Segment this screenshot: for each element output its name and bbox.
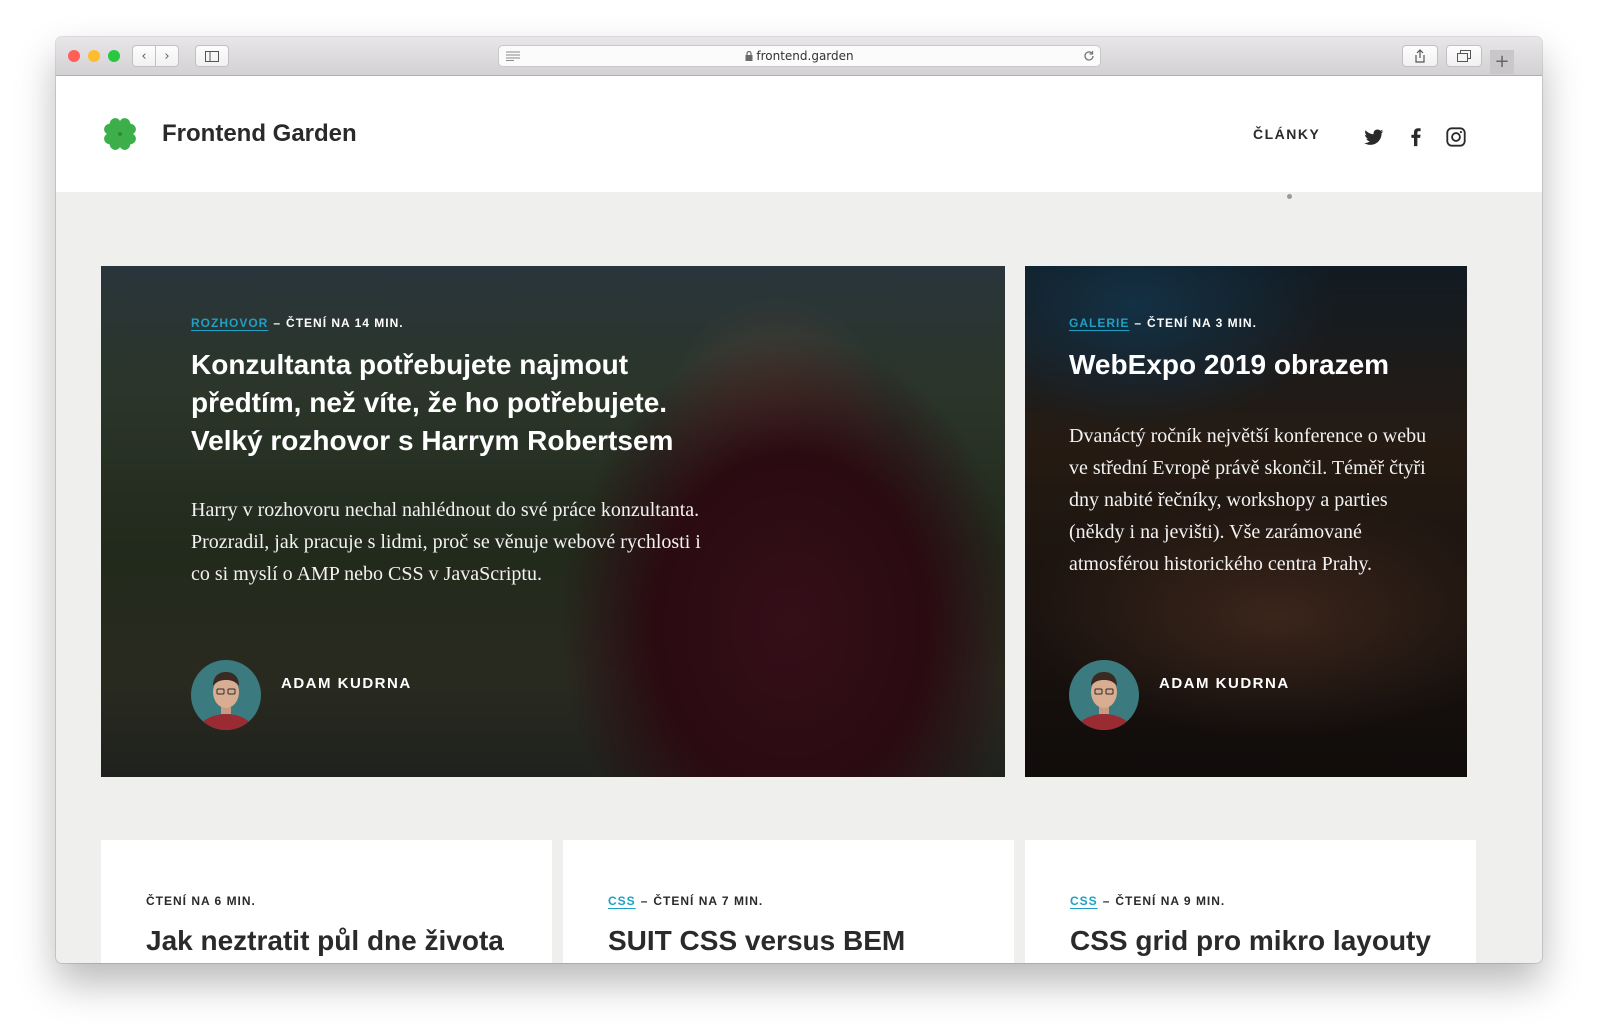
article-card[interactable]: CSS – ČTENÍ NA 9 MIN. CSS grid pro mikro l… — [1025, 840, 1476, 963]
share-icon — [1415, 49, 1425, 63]
article-title[interactable]: WebExpo 2019 obrazem — [1069, 346, 1439, 384]
category-link[interactable]: GALERIE — [1069, 316, 1129, 330]
reload-icon[interactable] — [1083, 50, 1095, 62]
author-avatar[interactable] — [1069, 660, 1139, 730]
avatar-image — [191, 660, 261, 730]
share-button[interactable] — [1402, 45, 1438, 67]
reading-time: ČTENÍ NA 14 MIN. — [286, 316, 404, 330]
article-excerpt: Harry v rozhovoru nechal nahlédnout do s… — [191, 499, 701, 585]
article-meta: GALERIE – ČTENÍ NA 3 MIN. — [1069, 316, 1257, 330]
twitter-icon[interactable] — [1363, 126, 1385, 148]
article-meta: CSS – ČTENÍ NA 7 MIN. — [608, 894, 763, 908]
lock-icon — [745, 50, 753, 61]
site-brand[interactable]: Frontend Garden — [162, 120, 357, 148]
minimize-window-button[interactable] — [88, 50, 100, 62]
reading-time: ČTENÍ NA 9 MIN. — [1115, 894, 1226, 908]
meta-separator: – — [1134, 316, 1143, 330]
nav-item-clanky[interactable]: ČLÁNKY — [1253, 126, 1320, 142]
clover-logo-icon[interactable] — [98, 112, 142, 156]
article-excerpt: Dvanáctý ročník největší konference o we… — [1069, 425, 1427, 575]
article-title[interactable]: SUIT CSS versus BEM — [608, 922, 978, 960]
meta-separator: – — [1102, 894, 1111, 908]
featured-article-card[interactable]: ROZHOVOR – ČTENÍ NA 14 MIN. Konzultanta po… — [101, 266, 1005, 777]
new-tab-button[interactable]: + — [1490, 50, 1514, 74]
nav-active-indicator — [1287, 194, 1292, 199]
forward-button[interactable]: › — [155, 45, 179, 67]
reading-time: ČTENÍ NA 3 MIN. — [1147, 316, 1257, 330]
chevron-left-icon: ‹ — [141, 48, 147, 64]
tabs-icon — [1457, 50, 1471, 62]
author-avatar[interactable] — [191, 660, 261, 730]
reading-time: ČTENÍ NA 7 MIN. — [653, 894, 764, 908]
reading-time: ČTENÍ NA 6 MIN. — [146, 894, 256, 908]
article-card[interactable]: ČTENÍ NA 6 MIN. Jak neztratit půl dne ži… — [101, 840, 552, 963]
article-title[interactable]: Jak neztratit půl dne života kvůli střed… — [146, 922, 516, 963]
instagram-icon[interactable] — [1445, 126, 1467, 148]
avatar-image — [1069, 660, 1139, 730]
sidebar-toggle-button[interactable] — [195, 45, 229, 67]
article-meta: CSS – ČTENÍ NA 9 MIN. — [1070, 894, 1225, 908]
close-window-button[interactable] — [68, 50, 80, 62]
url-text: frontend.garden — [756, 49, 854, 63]
site-header: Frontend Garden ČLÁNKY — [56, 76, 1542, 199]
category-link[interactable]: CSS — [1070, 894, 1098, 908]
browser-window: ‹ › frontend.garden + Frontend Garden ČL… — [56, 37, 1542, 963]
zoom-window-button[interactable] — [108, 50, 120, 62]
address-bar[interactable]: frontend.garden — [498, 45, 1101, 67]
sidebar-icon — [205, 50, 219, 62]
category-link[interactable]: ROZHOVOR — [191, 316, 268, 330]
browser-toolbar: ‹ › frontend.garden + — [56, 37, 1542, 76]
article-meta: ČTENÍ NA 6 MIN. — [146, 894, 256, 908]
article-title[interactable]: CSS grid pro mikro layouty — [1070, 922, 1440, 960]
featured-article-card[interactable]: GALERIE – ČTENÍ NA 3 MIN. WebExpo 2019 obr… — [1025, 266, 1467, 777]
facebook-icon[interactable] — [1405, 126, 1427, 148]
tabs-overview-button[interactable] — [1446, 45, 1482, 67]
category-link[interactable]: CSS — [608, 894, 636, 908]
chevron-right-icon: › — [164, 48, 170, 64]
meta-separator: – — [640, 894, 649, 908]
meta-separator: – — [273, 316, 282, 330]
article-card[interactable]: CSS – ČTENÍ NA 7 MIN. SUIT CSS versus BEM — [563, 840, 1014, 963]
author-name[interactable]: ADAM KUDRNA — [1159, 675, 1290, 692]
author-name[interactable]: ADAM KUDRNA — [281, 675, 412, 692]
article-meta: ROZHOVOR – ČTENÍ NA 14 MIN. — [191, 316, 404, 330]
plus-icon: + — [1494, 51, 1510, 72]
article-title[interactable]: Konzultanta potřebujete najmout předtím,… — [191, 346, 711, 460]
back-button[interactable]: ‹ — [132, 45, 156, 67]
